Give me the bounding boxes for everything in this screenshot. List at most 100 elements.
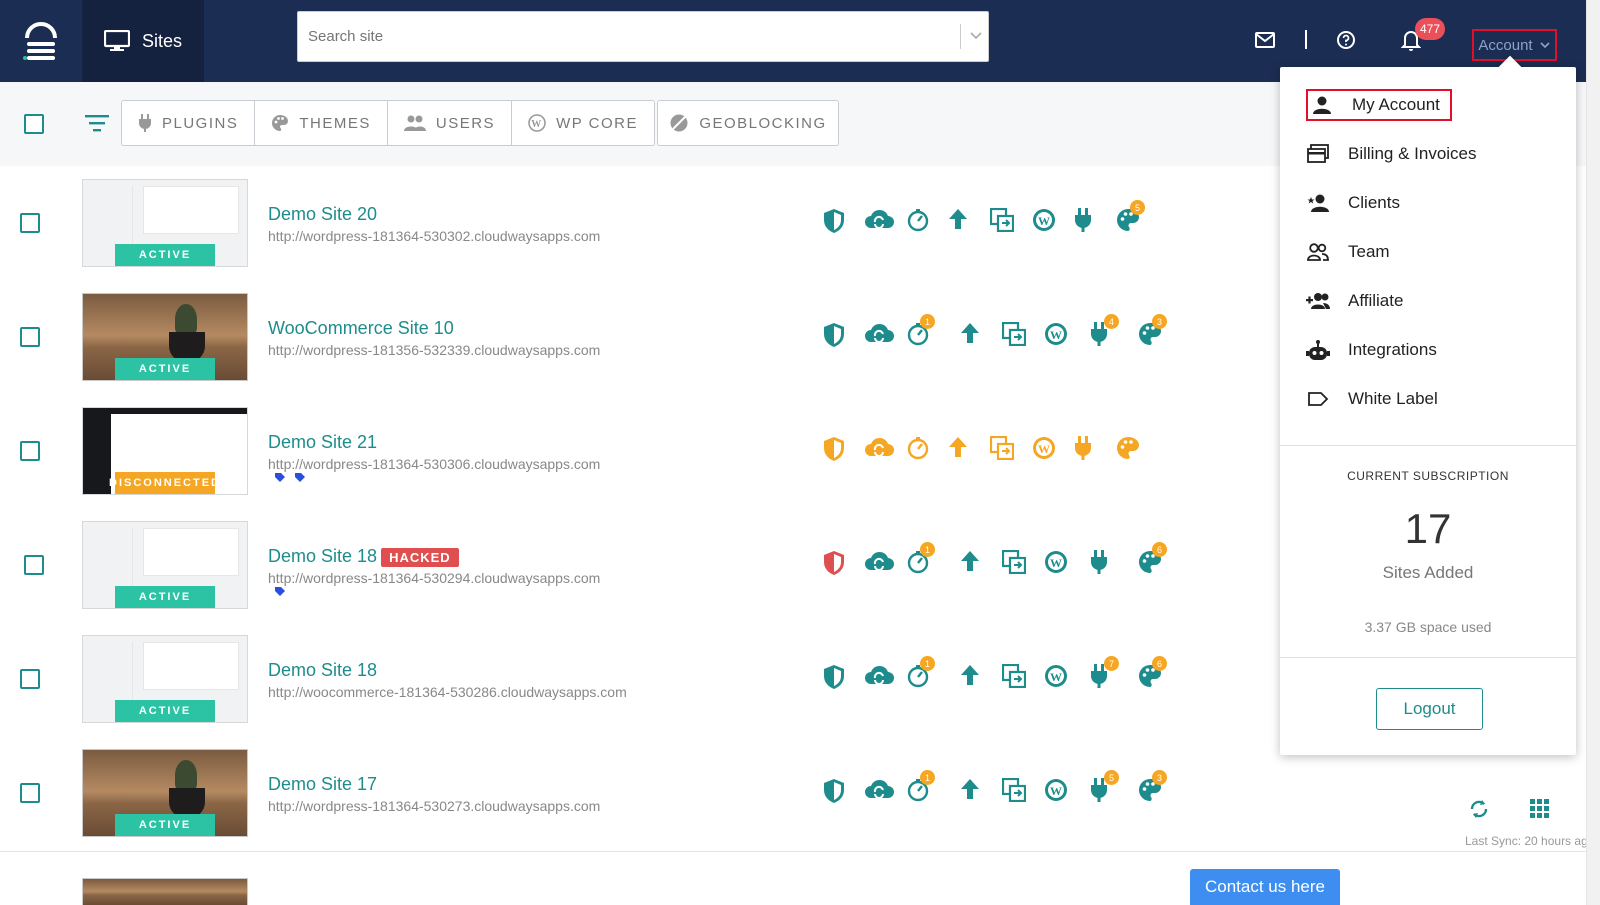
security-shield-icon[interactable] [822, 436, 850, 464]
menu-clients[interactable]: Clients [1306, 187, 1400, 219]
backup-cloud-icon[interactable] [864, 778, 894, 806]
site-url[interactable]: http://woocommerce-181364-530286.cloudwa… [268, 684, 627, 700]
plugin-plug-icon[interactable]: 7 [1090, 656, 1119, 692]
search-box[interactable] [297, 11, 989, 62]
performance-gauge-icon[interactable]: 1 [906, 770, 935, 806]
wordpress-icon[interactable]: W [1032, 436, 1060, 464]
site-tags[interactable] [274, 472, 314, 487]
update-arrow-icon[interactable] [960, 778, 988, 806]
grid-menu-icon[interactable] [1530, 799, 1550, 819]
chevron-down-icon[interactable] [966, 25, 986, 45]
update-arrow-icon[interactable] [960, 322, 988, 350]
filter-icon[interactable] [85, 114, 109, 132]
site-checkbox[interactable] [20, 669, 40, 689]
security-shield-icon[interactable] [822, 322, 850, 350]
theme-palette-icon[interactable]: 5 [1116, 200, 1145, 236]
wordpress-icon[interactable]: W [1032, 208, 1060, 236]
wordpress-icon[interactable]: W [1044, 664, 1072, 692]
clone-icon[interactable] [989, 207, 1018, 236]
site-thumbnail[interactable]: ACTIVE [82, 635, 248, 723]
account-menu-button[interactable]: Account [1472, 29, 1557, 61]
performance-gauge-icon[interactable]: 1 [906, 542, 935, 578]
backup-cloud-icon[interactable] [864, 664, 894, 692]
site-url[interactable]: http://wordpress-181364-530273.cloudways… [268, 798, 600, 814]
menu-my-account[interactable]: My Account [1306, 89, 1452, 121]
plugin-plug-icon[interactable]: 5 [1090, 770, 1119, 806]
update-arrow-icon[interactable] [948, 436, 976, 464]
plugin-plug-icon[interactable] [1074, 436, 1102, 464]
site-name[interactable]: Demo Site 20 [268, 204, 377, 225]
theme-palette-icon[interactable]: 6 [1138, 542, 1167, 578]
site-name[interactable]: Demo Site 18 HACKED [268, 546, 459, 567]
scrollbar[interactable] [1586, 0, 1600, 905]
nav-sites-tab[interactable]: Sites [82, 0, 204, 82]
site-tags[interactable] [274, 586, 294, 601]
site-checkbox[interactable] [24, 555, 44, 575]
site-url[interactable]: http://wordpress-181356-532339.cloudways… [268, 342, 600, 358]
performance-gauge-icon[interactable]: 1 [906, 656, 935, 692]
security-shield-icon[interactable] [822, 664, 850, 692]
update-arrow-icon[interactable] [960, 664, 988, 692]
help-icon[interactable] [1333, 27, 1359, 53]
logout-button[interactable]: Logout [1376, 688, 1483, 730]
plugin-plug-icon[interactable] [1090, 550, 1118, 578]
backup-cloud-icon[interactable] [864, 208, 894, 236]
site-thumbnail[interactable]: ACTIVE [82, 179, 248, 267]
theme-palette-icon[interactable]: 3 [1138, 770, 1167, 806]
sync-icon[interactable] [1468, 798, 1490, 820]
plugin-plug-icon[interactable]: 4 [1090, 314, 1119, 350]
menu-team[interactable]: Team [1306, 236, 1390, 268]
backup-cloud-icon[interactable] [864, 550, 894, 578]
cloudways-logo[interactable] [0, 0, 82, 82]
menu-white-label[interactable]: White Label [1306, 383, 1438, 415]
select-all-checkbox[interactable] [24, 114, 44, 134]
wordpress-icon[interactable]: W [1044, 322, 1072, 350]
security-shield-icon[interactable] [822, 550, 850, 578]
clone-icon[interactable] [1001, 321, 1030, 350]
site-url[interactable]: http://wordpress-181364-530302.cloudways… [268, 228, 600, 244]
site-url[interactable]: http://wordpress-181364-530306.cloudways… [268, 456, 600, 472]
wordpress-icon[interactable]: W [1044, 550, 1072, 578]
performance-gauge-icon[interactable] [906, 436, 934, 464]
menu-affiliate[interactable]: Affiliate [1306, 285, 1403, 317]
performance-gauge-icon[interactable]: 1 [906, 314, 935, 350]
tab-plugins[interactable]: PLUGINS [122, 101, 256, 145]
search-input[interactable] [308, 12, 948, 61]
update-arrow-icon[interactable] [948, 208, 976, 236]
menu-integrations[interactable]: Integrations [1306, 334, 1437, 366]
site-url[interactable]: http://wordpress-181364-530294.cloudways… [268, 570, 600, 586]
clone-icon[interactable] [989, 435, 1018, 464]
security-shield-icon[interactable] [822, 778, 850, 806]
site-name[interactable]: Demo Site 21 [268, 432, 377, 453]
clone-icon[interactable] [1001, 777, 1030, 806]
site-name[interactable]: Demo Site 18 [268, 660, 377, 681]
contact-us-button[interactable]: Contact us here [1190, 869, 1340, 905]
backup-cloud-icon[interactable] [864, 322, 894, 350]
site-thumbnail[interactable]: DISCONNECTED [82, 407, 248, 495]
theme-palette-icon[interactable] [1116, 436, 1144, 464]
performance-gauge-icon[interactable] [906, 208, 934, 236]
site-name[interactable]: Demo Site 17 [268, 774, 377, 795]
geoblocking-button[interactable]: GEOBLOCKING [657, 100, 839, 146]
tab-themes[interactable]: THEMES [255, 101, 388, 145]
security-shield-icon[interactable] [822, 208, 850, 236]
site-checkbox[interactable] [20, 783, 40, 803]
mail-icon[interactable] [1252, 27, 1278, 53]
site-thumbnail[interactable] [82, 878, 248, 905]
site-thumbnail[interactable]: ACTIVE [82, 749, 248, 837]
backup-cloud-icon[interactable] [864, 436, 894, 464]
tab-users[interactable]: USERS [388, 101, 513, 145]
site-thumbnail[interactable]: ACTIVE [82, 521, 248, 609]
clone-icon[interactable] [1001, 549, 1030, 578]
site-checkbox[interactable] [20, 441, 40, 461]
theme-palette-icon[interactable]: 6 [1138, 656, 1167, 692]
menu-billing[interactable]: Billing & Invoices [1306, 138, 1477, 170]
clone-icon[interactable] [1001, 663, 1030, 692]
wordpress-icon[interactable]: W [1044, 778, 1072, 806]
site-thumbnail[interactable]: ACTIVE [82, 293, 248, 381]
theme-palette-icon[interactable]: 3 [1138, 314, 1167, 350]
update-arrow-icon[interactable] [960, 550, 988, 578]
site-checkbox[interactable] [20, 327, 40, 347]
plugin-plug-icon[interactable] [1074, 208, 1102, 236]
tab-wp-core[interactable]: W WP CORE [512, 101, 654, 145]
